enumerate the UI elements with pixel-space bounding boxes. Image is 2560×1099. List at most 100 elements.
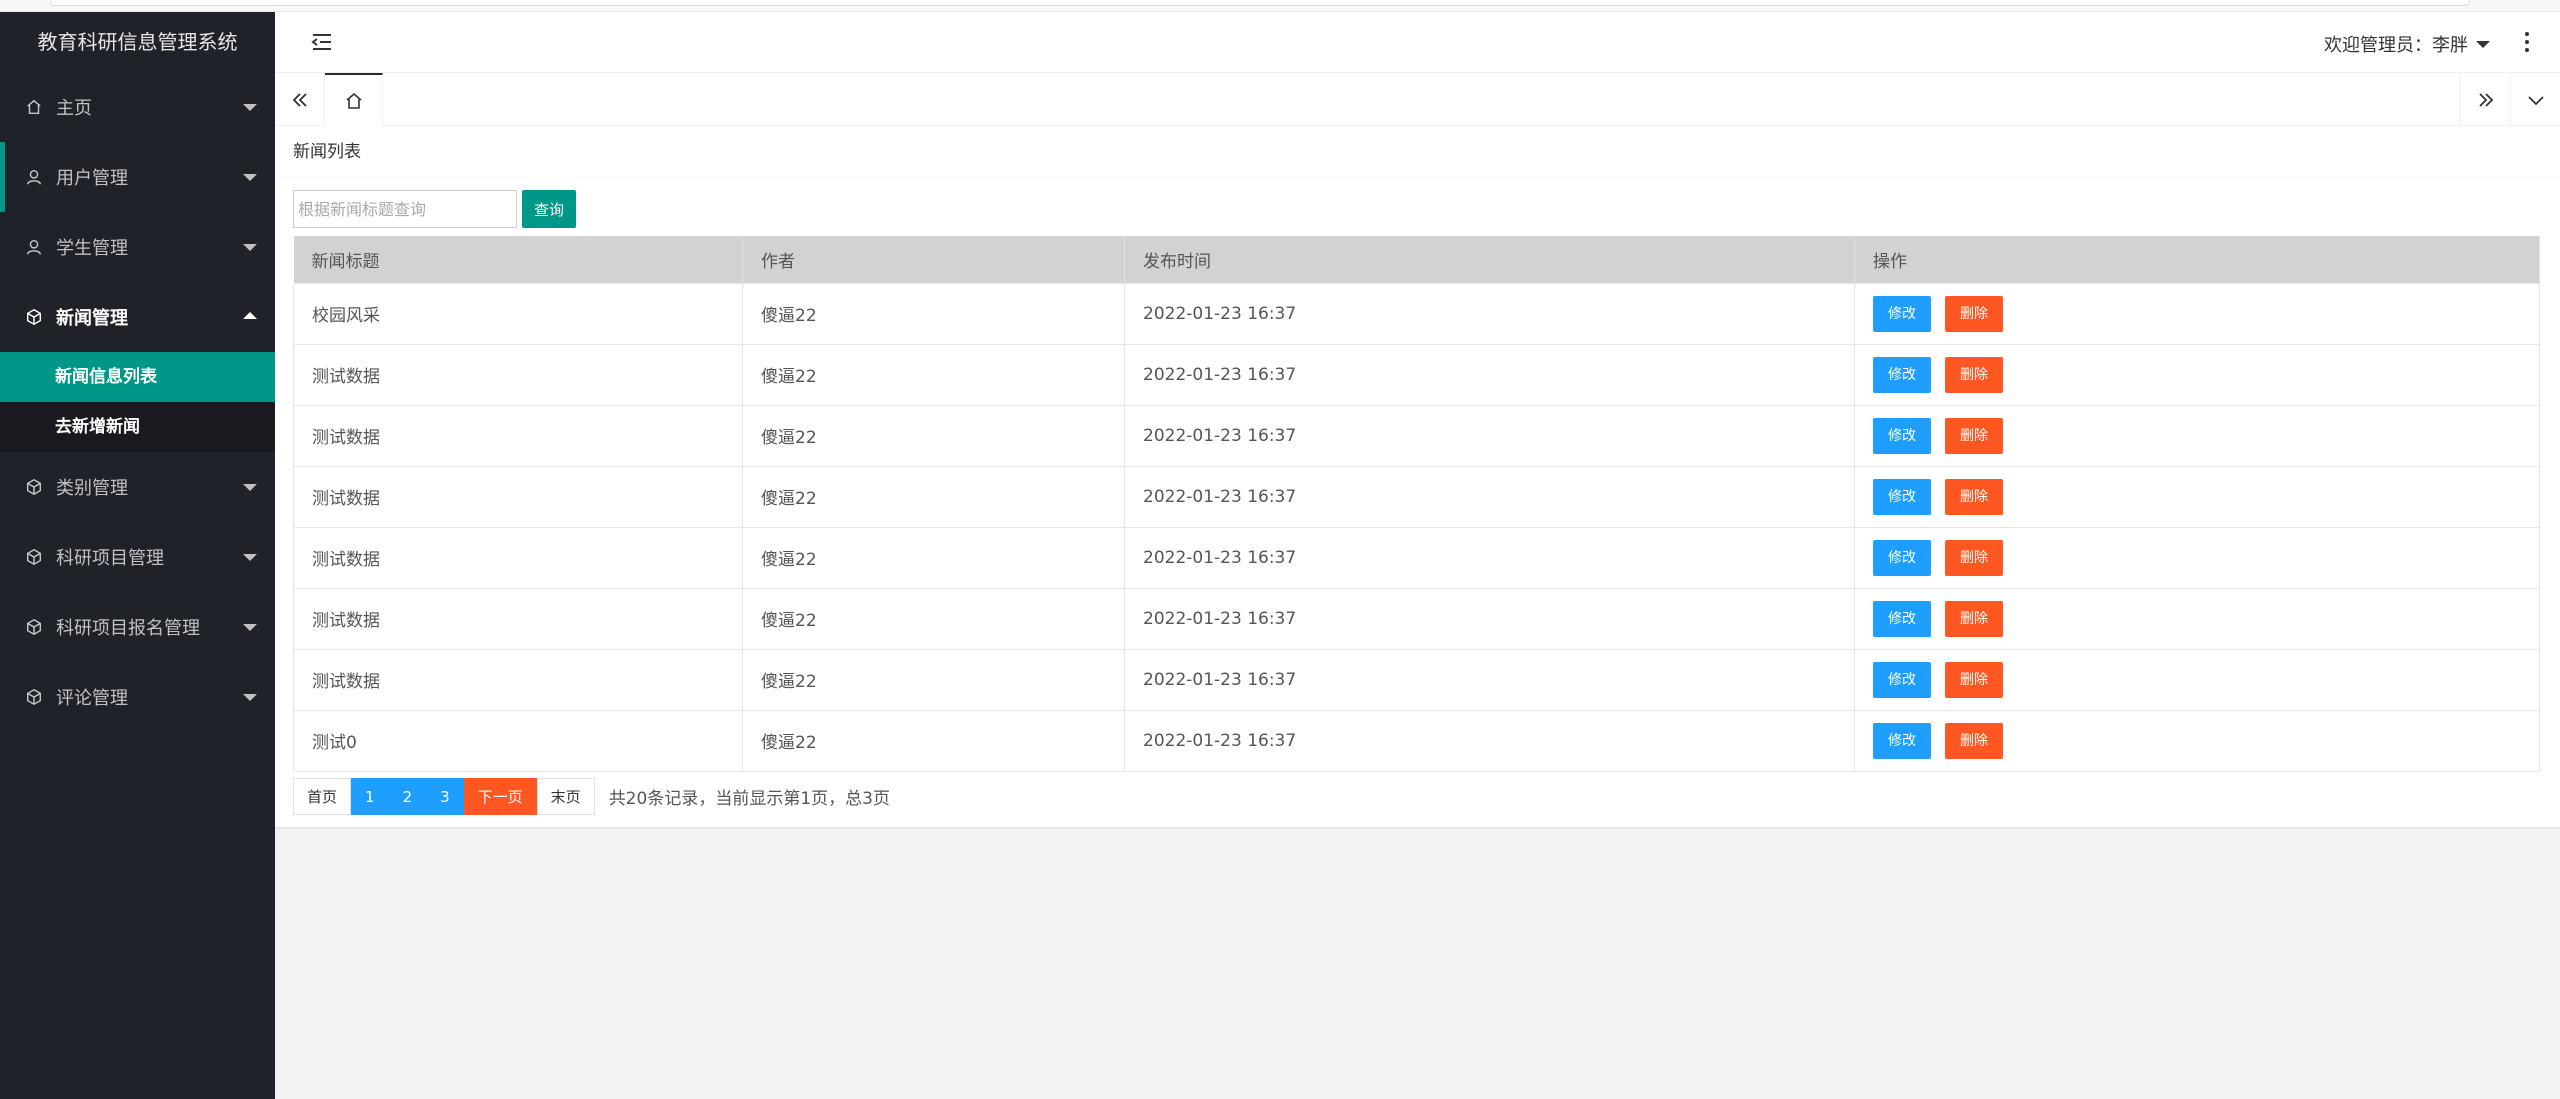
cell-time: 2022-01-23 16:37 [1124, 526, 1855, 589]
delete-button[interactable]: 删除 [1945, 356, 2003, 393]
cell-author: 傻逼22 [742, 709, 1125, 772]
sidebar-item-label: 主页 [56, 98, 92, 119]
double-chevron-right-icon[interactable] [2460, 73, 2510, 126]
sidebar-item-categories[interactable]: 类别管理 [0, 452, 275, 522]
table-row: 测试0 傻逼22 2022-01-23 16:37 修改 删除 [293, 709, 2540, 772]
main-content: 新闻列表 查询 新闻标题 作者 发布时间 操作 校园风采傻逼222022-01-… [275, 126, 2560, 829]
cell-actions: 修改 删除 [1854, 648, 2540, 711]
chevron-down-icon[interactable] [2510, 73, 2560, 126]
delete-button[interactable]: 删除 [1945, 478, 2003, 515]
news-table: 新闻标题 作者 发布时间 操作 校园风采 傻逼22 2022-01-23 16:37… [293, 236, 2540, 772]
submenu-item-add-news[interactable]: 去新增新闻 [0, 402, 275, 452]
table-row: 测试数据 傻逼22 2022-01-23 16:37 修改 删除 [293, 587, 2540, 650]
sidebar-item-label: 学生管理 [56, 238, 128, 259]
cell-title: 测试数据 [293, 465, 743, 528]
delete-button[interactable]: 删除 [1945, 539, 2003, 576]
sidebar-item-comments[interactable]: 评论管理 [0, 662, 275, 732]
pager-last[interactable]: 末页 [536, 778, 595, 815]
tab-home[interactable] [325, 73, 383, 126]
sidebar-item-label: 类别管理 [56, 478, 128, 499]
cell-title: 测试数据 [293, 587, 743, 650]
submenu-item-news-list[interactable]: 新闻信息列表 [0, 352, 275, 402]
chevron-up-icon [243, 312, 257, 319]
cell-actions: 修改 删除 [1854, 282, 2540, 345]
sidebar-item-project-registration[interactable]: 科研项目报名管理 [0, 592, 275, 662]
cube-icon [24, 307, 44, 327]
cell-time: 2022-01-23 16:37 [1124, 282, 1855, 345]
caret-down-icon [2476, 40, 2490, 48]
chevron-down-icon [243, 484, 257, 491]
cell-actions: 修改 删除 [1854, 526, 2540, 589]
delete-button[interactable]: 删除 [1945, 722, 2003, 759]
pager-first[interactable]: 首页 [293, 778, 352, 815]
table-row: 测试数据 傻逼22 2022-01-23 16:37 修改 删除 [293, 343, 2540, 406]
edit-button[interactable]: 修改 [1873, 722, 1931, 759]
edit-button[interactable]: 修改 [1873, 295, 1931, 332]
chevron-down-icon [243, 554, 257, 561]
pager-page-2[interactable]: 2 [388, 778, 427, 815]
breadcrumb: 新闻列表 [275, 126, 2560, 178]
sidebar-item-research-projects[interactable]: 科研项目管理 [0, 522, 275, 592]
sidebar-item-users[interactable]: 用户管理 [0, 142, 275, 212]
cell-title: 校园风采 [293, 282, 743, 345]
delete-button[interactable]: 删除 [1945, 417, 2003, 454]
sidebar: 教育科研信息管理系统 主页 用户管理 学生管理 新闻管理 新闻信息列表 去新增新… [0, 12, 275, 1099]
user-icon [24, 237, 44, 257]
table-row: 校园风采 傻逼22 2022-01-23 16:37 修改 删除 [293, 282, 2540, 345]
home-icon [24, 97, 44, 117]
sidebar-item-students[interactable]: 学生管理 [0, 212, 275, 282]
user-menu[interactable]: 欢迎管理员：李胖 [2324, 31, 2490, 57]
app-logo-title: 教育科研信息管理系统 [37, 30, 238, 54]
sidebar-item-home[interactable]: 主页 [0, 72, 275, 142]
cell-time: 2022-01-23 16:37 [1124, 465, 1855, 528]
cell-title: 测试数据 [293, 404, 743, 467]
cube-icon [24, 617, 44, 637]
edit-button[interactable]: 修改 [1873, 417, 1931, 454]
cell-title: 测试数据 [293, 648, 743, 711]
table-row: 测试数据 傻逼22 2022-01-23 16:37 修改 删除 [293, 648, 2540, 711]
edit-button[interactable]: 修改 [1873, 478, 1931, 515]
cube-icon [24, 547, 44, 567]
chevron-down-icon [243, 174, 257, 181]
cell-time: 2022-01-23 16:37 [1124, 648, 1855, 711]
more-vertical-icon[interactable] [2524, 32, 2530, 54]
cell-author: 傻逼22 [742, 587, 1125, 650]
edit-button[interactable]: 修改 [1873, 539, 1931, 576]
table-header-row: 新闻标题 作者 发布时间 操作 [293, 236, 2540, 283]
browser-top-strip [0, 0, 2560, 12]
delete-button[interactable]: 删除 [1945, 295, 2003, 332]
sidebar-item-label: 用户管理 [56, 168, 128, 189]
chevron-down-icon [243, 244, 257, 251]
edit-button[interactable]: 修改 [1873, 661, 1931, 698]
column-header-time: 发布时间 [1124, 236, 1855, 283]
chevron-down-icon [243, 694, 257, 701]
sidebar-item-label: 新闻管理 [56, 308, 128, 329]
cell-time: 2022-01-23 16:37 [1124, 709, 1855, 772]
table-body: 校园风采 傻逼22 2022-01-23 16:37 修改 删除 测试数据 傻逼22 2022… [293, 282, 2540, 772]
edit-button[interactable]: 修改 [1873, 356, 1931, 393]
delete-button[interactable]: 删除 [1945, 600, 2003, 637]
welcome-text: 欢迎管理员：李胖 [2324, 35, 2468, 56]
edit-button[interactable]: 修改 [1873, 600, 1931, 637]
search-button[interactable]: 查询 [522, 190, 576, 228]
cell-actions: 修改 删除 [1854, 465, 2540, 528]
cell-title: 测试数据 [293, 526, 743, 589]
column-header-author: 作者 [742, 236, 1125, 283]
sidebar-item-label: 评论管理 [56, 688, 128, 709]
search-input[interactable] [293, 190, 517, 228]
column-header-actions: 操作 [1854, 236, 2540, 283]
sidebar-item-news[interactable]: 新闻管理 [0, 282, 275, 352]
table-row: 测试数据 傻逼22 2022-01-23 16:37 修改 删除 [293, 526, 2540, 589]
delete-button[interactable]: 删除 [1945, 661, 2003, 698]
cell-actions: 修改 删除 [1854, 343, 2540, 406]
browser-address-bar-edge [50, 0, 2470, 6]
cell-author: 傻逼22 [742, 648, 1125, 711]
pager-page-1[interactable]: 1 [351, 778, 389, 815]
pager-page-3[interactable]: 3 [426, 778, 464, 815]
news-submenu: 新闻信息列表 去新增新闻 [0, 352, 275, 452]
pager-next[interactable]: 下一页 [463, 778, 537, 815]
double-chevron-left-icon[interactable] [275, 73, 325, 126]
menu-collapse-icon[interactable] [311, 31, 333, 53]
cell-author: 傻逼22 [742, 282, 1125, 345]
chevron-down-icon [243, 104, 257, 111]
